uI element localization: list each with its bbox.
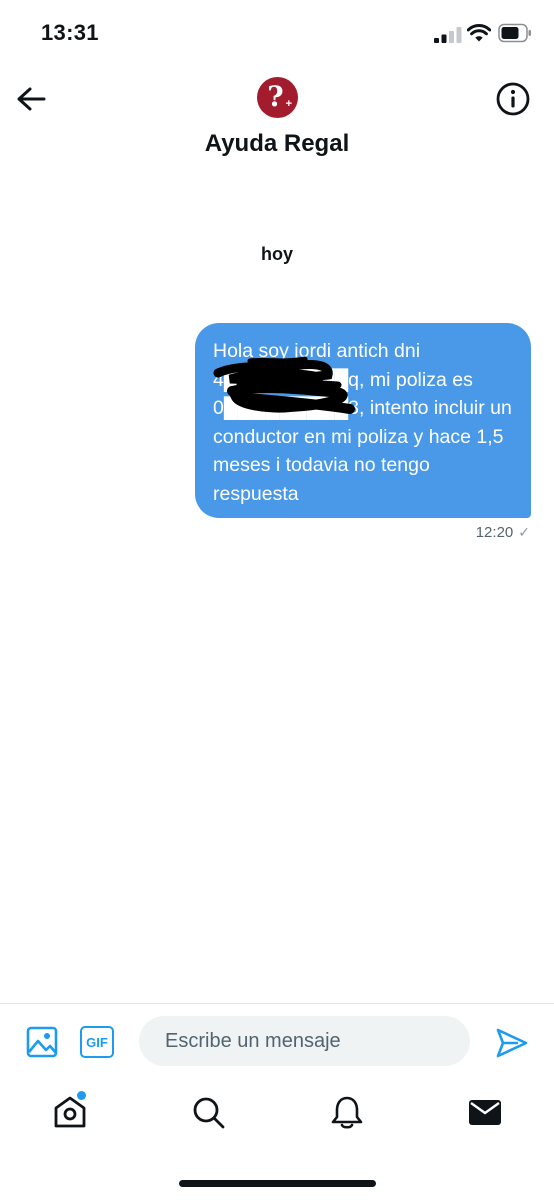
message-timestamp: 12:20 ✓ xyxy=(476,524,530,541)
status-bar: 13:31 xyxy=(0,0,554,66)
message-text: Hola soy jordi antich dni 4█████████q, m… xyxy=(213,340,512,505)
image-icon[interactable] xyxy=(26,1026,58,1058)
sent-check-icon: ✓ xyxy=(518,524,530,540)
gif-button[interactable]: GIF xyxy=(80,1026,114,1058)
info-icon[interactable] xyxy=(495,81,531,117)
arrow-left-icon xyxy=(17,87,46,111)
avatar-plus-icon: + xyxy=(285,98,292,110)
cellular-signal-icon xyxy=(434,27,462,43)
new-activity-dot xyxy=(77,1091,86,1100)
message-time: 12:20 xyxy=(475,524,514,541)
wifi-icon xyxy=(467,24,491,42)
avatar-glyph: ? xyxy=(267,79,284,113)
bell-icon[interactable] xyxy=(329,1094,365,1130)
tab-bar xyxy=(0,1078,554,1158)
send-icon[interactable] xyxy=(495,1026,529,1060)
message-bubble[interactable]: Hola soy jordi antich dni 4█████████q, m… xyxy=(195,323,531,518)
mail-icon[interactable] xyxy=(467,1094,503,1130)
date-separator: hoy xyxy=(260,244,293,264)
search-icon[interactable] xyxy=(190,1094,226,1130)
home-indicator xyxy=(179,1180,376,1187)
battery-icon xyxy=(498,23,531,43)
avatar[interactable]: ? + xyxy=(257,77,298,118)
conversation-header: ? + Ayuda Regal xyxy=(0,66,554,176)
status-time: 13:31 xyxy=(41,20,99,45)
compose-bar: GIF xyxy=(0,1003,554,1077)
message-input[interactable] xyxy=(139,1016,470,1066)
back-button[interactable] xyxy=(14,82,48,116)
contact-name[interactable]: Ayuda Regal xyxy=(0,130,554,158)
